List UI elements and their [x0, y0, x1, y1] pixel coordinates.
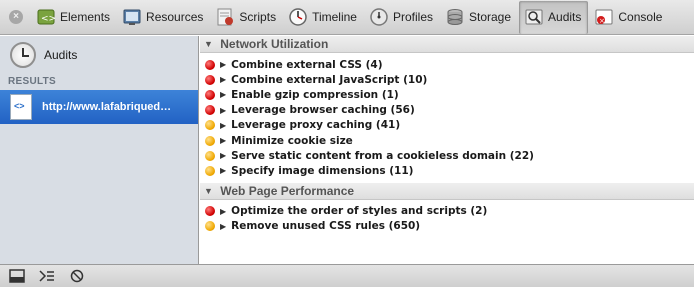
audit-rule[interactable]: ▶ Optimize the order of styles and scrip… [200, 204, 694, 219]
storage-icon [445, 7, 465, 27]
tab-storage[interactable]: Storage [441, 1, 517, 34]
expand-arrow-icon: ▶ [220, 90, 227, 100]
audit-rule[interactable]: ▶ Combine external CSS (4) [200, 57, 694, 72]
severity-red-icon [205, 105, 215, 116]
result-url: http://www.lafabriqued… [42, 101, 172, 113]
tab-label: Elements [60, 10, 111, 24]
rule-label: Serve static content from a cookieless d… [231, 149, 534, 162]
scripts-icon [215, 7, 235, 27]
tab-timeline[interactable]: Timeline [284, 1, 363, 34]
expand-arrow-icon: ▶ [220, 221, 227, 231]
timeline-icon [288, 7, 308, 27]
elements-icon: <> [36, 7, 56, 27]
audit-rule[interactable]: ▶ Remove unused CSS rules (650) [200, 219, 694, 234]
section-header-network-utilization[interactable]: ▼ Network Utilization [200, 36, 694, 53]
svg-text:<>: <> [41, 14, 56, 24]
tab-label: Audits [548, 10, 582, 24]
severity-red-icon [205, 89, 215, 100]
tab-profiles[interactable]: Profiles [365, 1, 439, 34]
severity-red-icon [205, 74, 215, 85]
tab-label: Scripts [239, 10, 277, 24]
severity-orange-icon [205, 221, 215, 232]
severity-orange-icon [205, 120, 215, 131]
console-toggle-icon[interactable] [36, 267, 58, 285]
section-title: Network Utilization [220, 37, 329, 51]
sidebar: Audits RESULTS http://www.lafabriqued… [0, 36, 199, 264]
audit-rule[interactable]: ▶ Serve static content from a cookieless… [200, 148, 694, 163]
rule-label: Leverage browser caching (56) [231, 104, 415, 117]
section-body: ▶ Optimize the order of styles and scrip… [200, 200, 694, 238]
tab-resources[interactable]: Resources [118, 1, 209, 34]
severity-orange-icon [205, 165, 215, 176]
tab-scripts[interactable]: Scripts [211, 1, 282, 34]
expand-arrow-icon: ▶ [220, 206, 227, 216]
section-header-web-page-performance[interactable]: ▼ Web Page Performance [200, 182, 694, 200]
rule-label: Minimize cookie size [231, 134, 353, 147]
rule-label: Optimize the order of styles and scripts… [231, 205, 488, 218]
rule-label: Enable gzip compression (1) [231, 88, 399, 101]
results-header: RESULTS [8, 76, 57, 87]
audit-rule[interactable]: ▶ Enable gzip compression (1) [200, 87, 694, 102]
rule-label: Specify image dimensions (11) [231, 164, 414, 177]
disclosure-triangle-icon: ▼ [204, 185, 213, 196]
expand-arrow-icon: ▶ [220, 136, 227, 146]
expand-arrow-icon: ▶ [220, 105, 227, 115]
audit-rule[interactable]: ▶ Specify image dimensions (11) [200, 163, 694, 178]
audit-rule[interactable]: ▶ Combine external JavaScript (10) [200, 72, 694, 87]
severity-red-icon [205, 59, 215, 70]
expand-arrow-icon: ▶ [220, 75, 227, 85]
resources-icon [122, 7, 142, 27]
section-body: ▶ Combine external CSS (4) ▶ Combine ext… [200, 53, 694, 183]
rule-label: Combine external CSS (4) [231, 58, 383, 71]
page-icon [10, 94, 32, 120]
audits-icon [524, 7, 544, 27]
clock-icon [10, 42, 36, 68]
dock-window-icon[interactable] [6, 267, 28, 285]
rule-label: Leverage proxy caching (41) [231, 119, 401, 132]
profiles-icon [369, 7, 389, 27]
sidebar-item-label: Audits [44, 48, 78, 62]
tab-label: Storage [469, 10, 512, 24]
tab-label: Timeline [312, 10, 357, 24]
tab-audits[interactable]: Audits [519, 0, 589, 34]
clear-icon[interactable] [66, 267, 88, 285]
expand-arrow-icon: ▶ [220, 166, 227, 176]
audit-rule[interactable]: ▶ Leverage browser caching (56) [200, 103, 694, 118]
expand-arrow-icon: ▶ [220, 60, 227, 70]
tab-label: Console [618, 10, 663, 24]
sidebar-item-result[interactable]: http://www.lafabriqued… [0, 90, 198, 124]
tab-elements[interactable]: <> Elements [32, 1, 116, 34]
audit-results-panel: ▼ Network Utilization ▶ Combine external… [200, 36, 694, 264]
sidebar-item-audits[interactable]: Audits [0, 36, 198, 74]
toolbar: × <> Elements Resources Scripts Timeline… [0, 0, 694, 35]
section-title: Web Page Performance [220, 183, 355, 198]
audit-rule[interactable]: ▶ Minimize cookie size [200, 133, 694, 148]
expand-arrow-icon: ▶ [220, 151, 227, 161]
close-icon[interactable]: × [9, 10, 23, 24]
severity-red-icon [205, 206, 215, 217]
disclosure-triangle-icon: ▼ [204, 39, 213, 49]
severity-orange-icon [205, 150, 215, 161]
tab-label: Resources [146, 10, 204, 24]
severity-orange-icon [205, 135, 215, 146]
status-bar [0, 264, 694, 287]
expand-arrow-icon: ▶ [220, 120, 227, 130]
rule-label: Remove unused CSS rules (650) [231, 220, 421, 233]
svg-text:×: × [599, 17, 605, 25]
tab-label: Profiles [392, 10, 433, 24]
audit-rule[interactable]: ▶ Leverage proxy caching (41) [200, 118, 694, 133]
tab-console[interactable]: × Console [590, 1, 668, 34]
console-icon: × [594, 7, 614, 27]
rule-label: Combine external JavaScript (10) [231, 73, 428, 86]
